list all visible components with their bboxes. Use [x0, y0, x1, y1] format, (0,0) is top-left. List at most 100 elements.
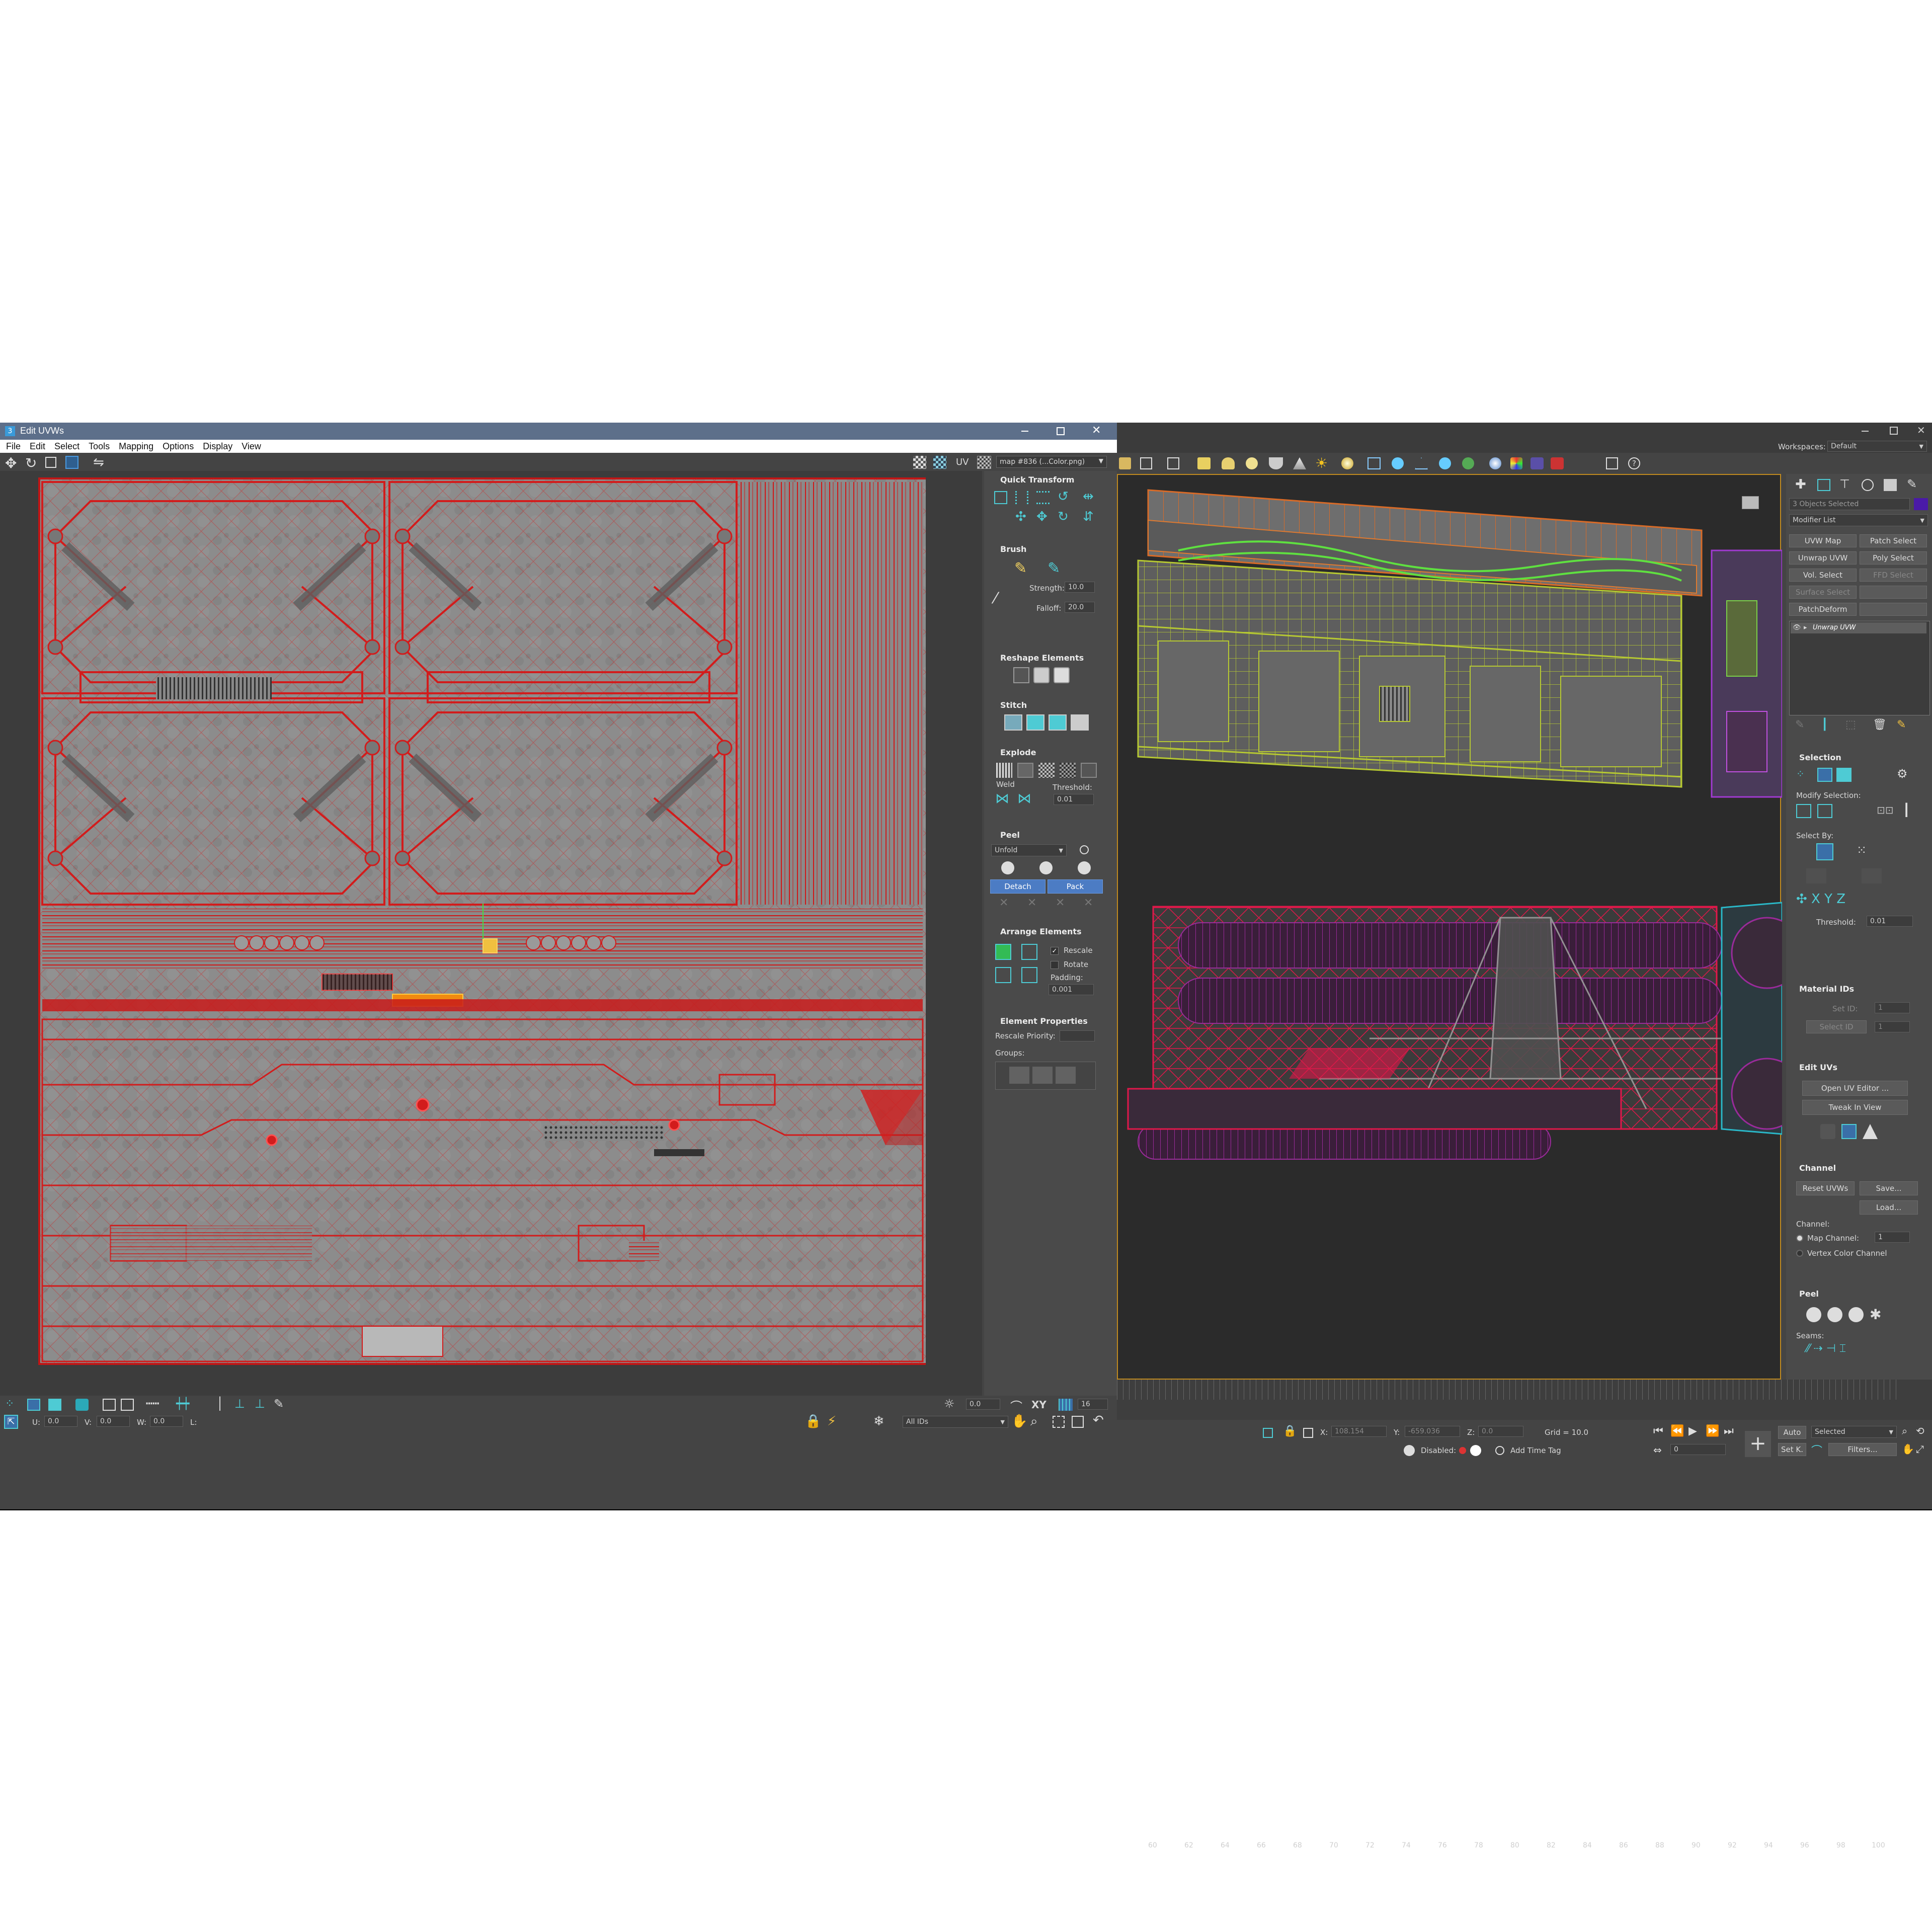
- peel-header[interactable]: Peel: [1000, 830, 1020, 840]
- detach-button[interactable]: Detach: [990, 879, 1045, 894]
- falloff-field[interactable]: 20.0: [1065, 602, 1095, 613]
- flatten-icon[interactable]: [1054, 667, 1070, 683]
- select-by-element-icon[interactable]: [1816, 843, 1833, 860]
- stitch-custom-icon[interactable]: [1004, 714, 1022, 731]
- xy-label[interactable]: XY: [1031, 1399, 1046, 1411]
- select-by-planar-icon[interactable]: ⁙: [1857, 843, 1867, 857]
- align-icon[interactable]: [994, 491, 1007, 504]
- menu-options[interactable]: Options: [163, 441, 194, 452]
- select-id-field[interactable]: 1: [1875, 1021, 1910, 1032]
- pack-in-place-icon[interactable]: [1021, 967, 1037, 983]
- stack-item[interactable]: 👁 ▸ Unwrap UVW: [1791, 622, 1926, 633]
- edit-seams-icon[interactable]: ⁄⁄ ⇢ ⊣ ⌶: [1806, 1342, 1846, 1355]
- key-mode-icon[interactable]: ⇔: [1653, 1444, 1662, 1456]
- viewport-max-icon[interactable]: ⤢: [1916, 1443, 1924, 1455]
- explode-by-smoothing-icon[interactable]: [1038, 763, 1055, 778]
- stitch-header[interactable]: Stitch: [1000, 700, 1027, 710]
- geosphere-create-icon[interactable]: [1246, 457, 1258, 469]
- w-field[interactable]: 0.0: [150, 1416, 183, 1427]
- reset-peel-icon[interactable]: [1848, 1307, 1864, 1322]
- add-time-tag-label[interactable]: Add Time Tag: [1510, 1446, 1561, 1455]
- unpin-icon[interactable]: ✕: [1027, 897, 1036, 909]
- perspective-viewport[interactable]: [1117, 474, 1782, 1380]
- eye-icon[interactable]: 👁: [1793, 624, 1801, 631]
- peel-mode-dropdown[interactable]: Unfold ▼: [991, 844, 1067, 856]
- texture-toggle-icon[interactable]: [933, 456, 946, 469]
- disabled-icon[interactable]: [1404, 1445, 1415, 1456]
- timeline[interactable]: [1117, 1380, 1932, 1420]
- break-icon[interactable]: [996, 763, 1012, 778]
- material-editor-icon[interactable]: [1462, 457, 1474, 469]
- pin-vertex-icon[interactable]: ✱: [1870, 1306, 1881, 1323]
- zoom-region-icon[interactable]: [1053, 1416, 1065, 1428]
- objects-selected-field[interactable]: 3 Objects Selected: [1789, 498, 1910, 510]
- ungroup-icon[interactable]: [1056, 1067, 1076, 1084]
- remove-modifier-icon[interactable]: 🗑: [1873, 718, 1887, 731]
- object-color-swatch[interactable]: [1914, 498, 1928, 510]
- teapot-create-icon[interactable]: [1269, 457, 1283, 469]
- ids-dropdown[interactable]: All IDs ▼: [903, 1416, 1008, 1428]
- zoom-icon[interactable]: ⌕: [1030, 1414, 1038, 1429]
- scale-tool-icon[interactable]: [45, 457, 56, 468]
- x-field[interactable]: 108.154: [1331, 1426, 1387, 1437]
- lock-icon[interactable]: 🔒: [805, 1414, 821, 1429]
- select-objects-icon[interactable]: [1119, 457, 1131, 469]
- zoom-extents-icon[interactable]: [1072, 1416, 1084, 1428]
- snap-icon[interactable]: [1167, 457, 1179, 469]
- weld-target-icon[interactable]: ⋈: [1017, 790, 1031, 807]
- maximize-icon[interactable]: [1057, 427, 1065, 435]
- modifier-stack[interactable]: 👁 ▸ Unwrap UVW: [1789, 621, 1930, 715]
- minimize-icon[interactable]: [1021, 431, 1028, 432]
- relax-icon[interactable]: [1033, 667, 1050, 683]
- uv-title-bar[interactable]: 3 Edit UVWs ✕: [0, 423, 1117, 440]
- menu-select[interactable]: Select: [54, 441, 79, 452]
- rotate-cw-icon[interactable]: ↻: [1058, 509, 1069, 524]
- channel-header[interactable]: Channel: [1799, 1163, 1836, 1173]
- brush-select-icon[interactable]: ✎: [274, 1397, 284, 1411]
- uv-tweak-icon[interactable]: [1820, 1124, 1835, 1139]
- help-icon[interactable]: ?: [1628, 457, 1640, 469]
- map-channel-field[interactable]: 1: [1875, 1232, 1910, 1243]
- schematic-icon[interactable]: [1439, 457, 1451, 469]
- filters-button[interactable]: Filters...: [1828, 1443, 1897, 1456]
- explode-by-group-icon[interactable]: [1017, 763, 1033, 778]
- mirror-tool-icon[interactable]: ⇋: [93, 455, 104, 470]
- rescale-checkbox[interactable]: ✓: [1051, 947, 1059, 955]
- group-select-icon[interactable]: [1009, 1067, 1029, 1084]
- freeze-icon[interactable]: ❄: [873, 1414, 884, 1429]
- space-horizontal-icon[interactable]: ⇹: [1083, 489, 1094, 504]
- loop-select-icon[interactable]: ⊡⊡: [1877, 804, 1894, 816]
- box-create-icon[interactable]: [1197, 457, 1211, 469]
- group-icon[interactable]: [1032, 1067, 1053, 1084]
- modifier-list-dropdown[interactable]: Modifier List ▼: [1789, 514, 1928, 526]
- vertex-color-radio[interactable]: [1796, 1250, 1803, 1257]
- pelt-map-icon[interactable]: [1078, 861, 1091, 874]
- explode-header[interactable]: Explode: [1000, 748, 1036, 757]
- selection-lock-icon[interactable]: 🔒: [1283, 1425, 1297, 1437]
- prev-frame-icon[interactable]: ⏪: [1670, 1425, 1684, 1437]
- vertex-select-icon[interactable]: ⁘: [1796, 768, 1805, 780]
- max-minimize-icon[interactable]: [1862, 431, 1869, 432]
- freeform-mode-icon[interactable]: ⇱: [4, 1415, 18, 1429]
- pack-normalize-icon[interactable]: [995, 944, 1011, 960]
- align-horizontal-icon[interactable]: [1036, 491, 1050, 504]
- workspace-dropdown[interactable]: Default ▼: [1827, 441, 1927, 452]
- menu-edit[interactable]: Edit: [30, 441, 45, 452]
- map-dropdown[interactable]: map #836 (...Color.png) ▼: [996, 456, 1107, 468]
- shrink-icon[interactable]: [1817, 804, 1832, 818]
- sun-light-icon[interactable]: ☀: [1315, 455, 1328, 471]
- timer-icon[interactable]: [1470, 1445, 1481, 1456]
- unpin-edges-icon[interactable]: ✕: [1084, 897, 1093, 909]
- loop-icon[interactable]: ┅┅: [146, 1398, 159, 1410]
- menu-view[interactable]: View: [242, 441, 261, 452]
- curve-icon[interactable]: ⌒: [1010, 1397, 1022, 1414]
- shrink-selection-icon[interactable]: [121, 1399, 134, 1411]
- rotate-ccw-icon[interactable]: ↺: [1058, 489, 1069, 504]
- open-uv-editor-button[interactable]: Open UV Editor ...: [1802, 1081, 1908, 1096]
- rotate-checkbox[interactable]: [1051, 961, 1059, 969]
- make-unique-icon[interactable]: ⬚: [1845, 718, 1856, 731]
- menu-display[interactable]: Display: [203, 441, 232, 452]
- load-button[interactable]: Load...: [1860, 1200, 1918, 1215]
- ffd-select-button[interactable]: FFD Select: [1860, 569, 1927, 582]
- weld-selected-icon[interactable]: ⋈: [995, 790, 1009, 807]
